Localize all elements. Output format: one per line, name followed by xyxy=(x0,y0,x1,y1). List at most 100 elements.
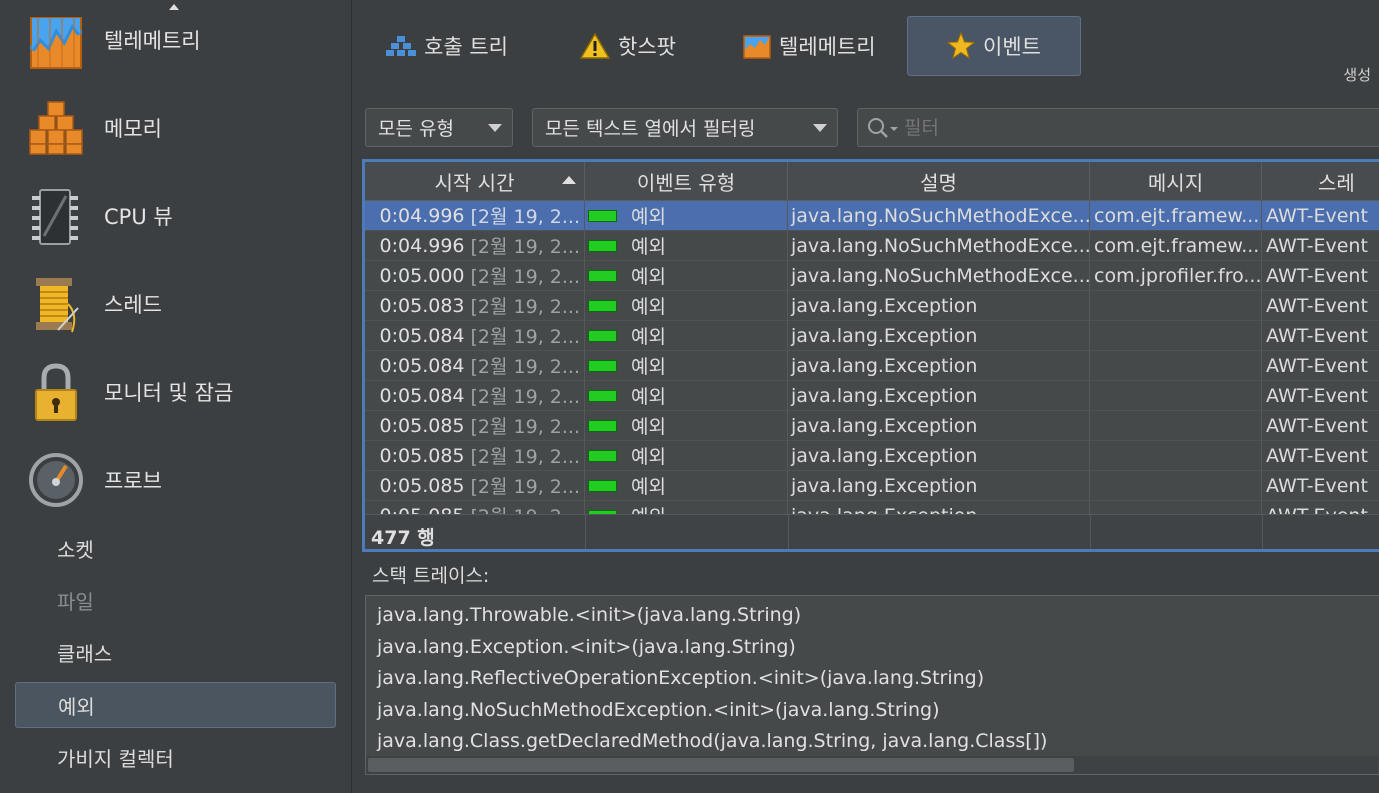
cell-message xyxy=(1090,381,1262,411)
sort-ascending-icon xyxy=(562,176,576,184)
sidebar-probe-sockets[interactable]: 소켓 xyxy=(15,525,336,571)
cell-description: java.lang.Exception xyxy=(788,381,1090,411)
cell-description: java.lang.Exception xyxy=(788,351,1090,381)
table-row[interactable]: 0:05.085[2월 19, 2... 예외 java.lang.Exceptio… xyxy=(365,471,1379,501)
table-row[interactable]: 0:05.084 [2월 19, 2... 예외 java.lang.Exceptio… xyxy=(365,381,1379,411)
table-row[interactable]: 0:05.084 [2월 19, 2... 예외 java.lang.Exceptio… xyxy=(365,351,1379,381)
cell-description: java.lang.NoSuchMethodExce... xyxy=(788,231,1090,261)
sidebar-item-label: 모니터 및 잠금 xyxy=(104,381,234,405)
stack-frame[interactable]: java.lang.Exception.<init>(java.lang.Str… xyxy=(377,636,796,658)
exception-marker-icon xyxy=(588,209,617,222)
cell-thread: AWT-Event xyxy=(1262,471,1379,501)
cell-thread: AWT-Event xyxy=(1262,441,1379,471)
cell-event-type: 예외 xyxy=(585,261,788,291)
column-header-start-time[interactable]: 시작 시간 xyxy=(365,162,585,201)
column-header-event-type[interactable]: 이벤트 유형 xyxy=(585,162,788,201)
horizontal-scrollbar[interactable] xyxy=(366,756,1378,774)
cell-message xyxy=(1090,471,1262,501)
cell-thread: AWT-Event xyxy=(1262,321,1379,351)
filter-input[interactable] xyxy=(904,116,1364,139)
sidebar-probe-gc[interactable]: 가비지 컬렉터 xyxy=(15,734,336,780)
date-value: [2월 19, 2... xyxy=(470,206,580,228)
date-value: [2월 19, 2... xyxy=(470,446,580,468)
event-type-value: 예외 xyxy=(631,236,666,258)
sidebar-probe-classes[interactable]: 클래스 xyxy=(15,629,336,675)
stack-frame[interactable]: java.lang.Throwable.<init>(java.lang.Str… xyxy=(377,604,801,626)
filter-search-box[interactable] xyxy=(857,108,1379,147)
warning-icon xyxy=(580,33,610,59)
stack-frame[interactable]: java.lang.ReflectiveOperationException.<… xyxy=(377,667,984,689)
sidebar-probe-exceptions[interactable]: 예외 xyxy=(15,682,336,728)
search-icon xyxy=(868,117,898,138)
sidebar-item-telemetry[interactable]: 텔레메트리 xyxy=(0,0,352,80)
cell-thread: AWT-Event xyxy=(1262,201,1379,231)
stack-trace-label: 스택 트레이스: xyxy=(372,565,490,587)
event-type-select[interactable]: 모든 유형 xyxy=(365,108,513,147)
tab-telemetry[interactable]: 텔레메트리 xyxy=(743,16,876,76)
table-row[interactable]: 0:04.996 [2월 19, 2... 예외 java.lang.NoSuchMe… xyxy=(365,231,1379,261)
sidebar-item-label: 메모리 xyxy=(104,117,162,141)
column-header-description[interactable]: 설명 xyxy=(788,162,1090,201)
table-body: 0:04.996 [2월 19, 2... 예외 java.lang.NoSuchMe… xyxy=(365,201,1379,514)
exception-marker-icon xyxy=(588,359,617,372)
tab-call-tree[interactable]: 호출 트리 xyxy=(386,16,508,76)
cell-message: com.ejt.framew... xyxy=(1090,231,1262,261)
date-value: [2월 19, 2... xyxy=(470,296,580,318)
cell-start-time: 0:05.085[2월 19, 2... xyxy=(365,501,585,514)
sidebar-item-probes[interactable]: 프로브 xyxy=(0,440,352,520)
cell-start-time: 0:05.085[2월 19, 2... xyxy=(365,471,585,501)
table-row[interactable]: 0:05.085[2월 19, 2...예외java.lang.Exceptio… xyxy=(365,501,1379,514)
table-row[interactable]: 0:05.084 [2월 19, 2... 예외 java.lang.Exceptio… xyxy=(365,321,1379,351)
time-value: 0:05.084 xyxy=(379,354,465,377)
event-type-value: 예외 xyxy=(631,296,666,318)
table-row[interactable]: 0:05.000 [2월 19, 2... 예외 java.lang.NoSuchMe… xyxy=(365,261,1379,291)
column-header-label: 이벤트 유형 xyxy=(636,171,736,195)
cell-description: java.lang.Exception xyxy=(788,321,1090,351)
cell-start-time: 0:05.084 [2월 19, 2... xyxy=(365,351,585,381)
cell-message xyxy=(1090,291,1262,321)
call-tree-icon xyxy=(386,36,416,56)
event-type-value: 예외 xyxy=(631,476,666,498)
cell-event-type: 예외 xyxy=(585,321,788,351)
time-value: 0:05.084 xyxy=(379,324,465,347)
chevron-down-icon xyxy=(813,124,827,132)
stack-frame[interactable]: java.lang.Class.getDeclaredMethod(java.l… xyxy=(377,730,1047,752)
sidebar-probe-files[interactable]: 파일 xyxy=(15,577,336,623)
sidebar-item-threads[interactable]: 스레드 xyxy=(0,264,352,344)
stack-frame[interactable]: java.lang.NoSuchMethodException.<init>(j… xyxy=(377,699,939,721)
column-header-thread[interactable]: 스레 xyxy=(1262,162,1379,201)
sidebar-item-cpu[interactable]: CPU 뷰 xyxy=(0,176,352,256)
cell-thread: AWT-Event xyxy=(1262,501,1379,515)
column-filter-select[interactable]: 모든 텍스트 열에서 필터링 xyxy=(532,108,838,147)
date-value: [2월 19, 2... xyxy=(470,386,580,408)
column-header-message[interactable]: 메시지 xyxy=(1090,162,1262,201)
sidebar-item-monitors[interactable]: 모니터 및 잠금 xyxy=(0,352,352,432)
time-value: 0:04.996 xyxy=(379,234,465,257)
cell-message xyxy=(1090,441,1262,471)
cell-description: java.lang.Exception xyxy=(788,471,1090,501)
time-value: 0:05.000 xyxy=(379,264,465,287)
column-header-label: 스레 xyxy=(1318,171,1355,195)
table-row[interactable]: 0:04.996 [2월 19, 2... 예외 java.lang.NoSuchMe… xyxy=(365,201,1379,231)
tab-hotspots[interactable]: 핫스팟 xyxy=(580,16,676,76)
date-value: [2월 19, 2... xyxy=(470,476,580,498)
time-value: 0:04.996 xyxy=(379,204,465,227)
cell-start-time: 0:05.085[2월 19, 2... xyxy=(365,441,585,471)
thread-icon xyxy=(36,278,79,333)
column-header-label: 시작 시간 xyxy=(434,171,515,195)
time-value: 0:05.085 xyxy=(379,414,465,437)
table-row[interactable]: 0:05.085[2월 19, 2...예외java.lang.Exceptio… xyxy=(365,411,1379,441)
sidebar-item-memory[interactable]: 메모리 xyxy=(0,88,352,168)
sidebar-item-label: 스레드 xyxy=(104,293,162,317)
cell-description: java.lang.Exception xyxy=(788,441,1090,471)
tab-events[interactable]: 이벤트 xyxy=(907,16,1081,76)
date-value: [2월 19, 2... xyxy=(470,356,580,378)
time-value: 0:05.085 xyxy=(379,444,465,467)
scrollbar-thumb[interactable] xyxy=(368,758,1074,772)
cell-start-time: 0:05.085[2월 19, 2... xyxy=(365,411,585,441)
sidebar-item-label: 텔레메트리 xyxy=(104,29,201,53)
table-row[interactable]: 0:05.085[2월 19, 2...예외java.lang.Exceptio… xyxy=(365,441,1379,471)
cell-message: com.jprofiler.fro... xyxy=(1090,261,1262,291)
cell-thread: AWT-Event xyxy=(1262,381,1379,411)
table-row[interactable]: 0:05.083 [2월 19, 2... 예외 java.lang.Exceptio… xyxy=(365,291,1379,321)
